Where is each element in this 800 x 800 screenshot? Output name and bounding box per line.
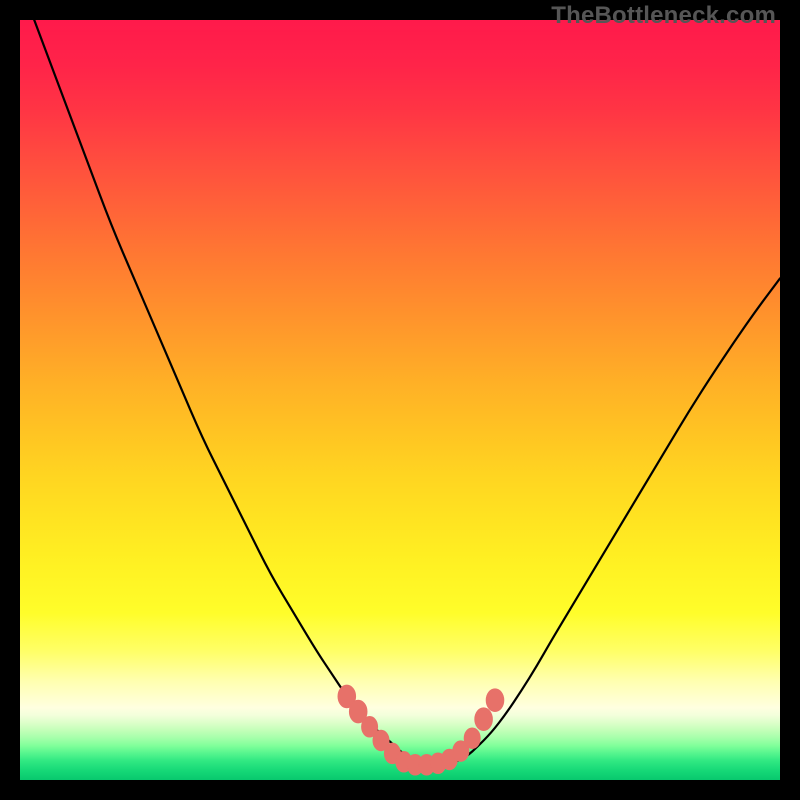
plot-area <box>20 20 780 780</box>
curve-marker <box>475 708 493 731</box>
watermark-text: TheBottleneck.com <box>551 2 776 30</box>
bottleneck-curve <box>20 20 780 765</box>
curve-layer <box>20 20 780 780</box>
curve-marker <box>486 689 504 712</box>
chart-frame: TheBottleneck.com <box>0 0 800 800</box>
marker-group <box>338 685 504 775</box>
curve-marker <box>464 728 480 749</box>
